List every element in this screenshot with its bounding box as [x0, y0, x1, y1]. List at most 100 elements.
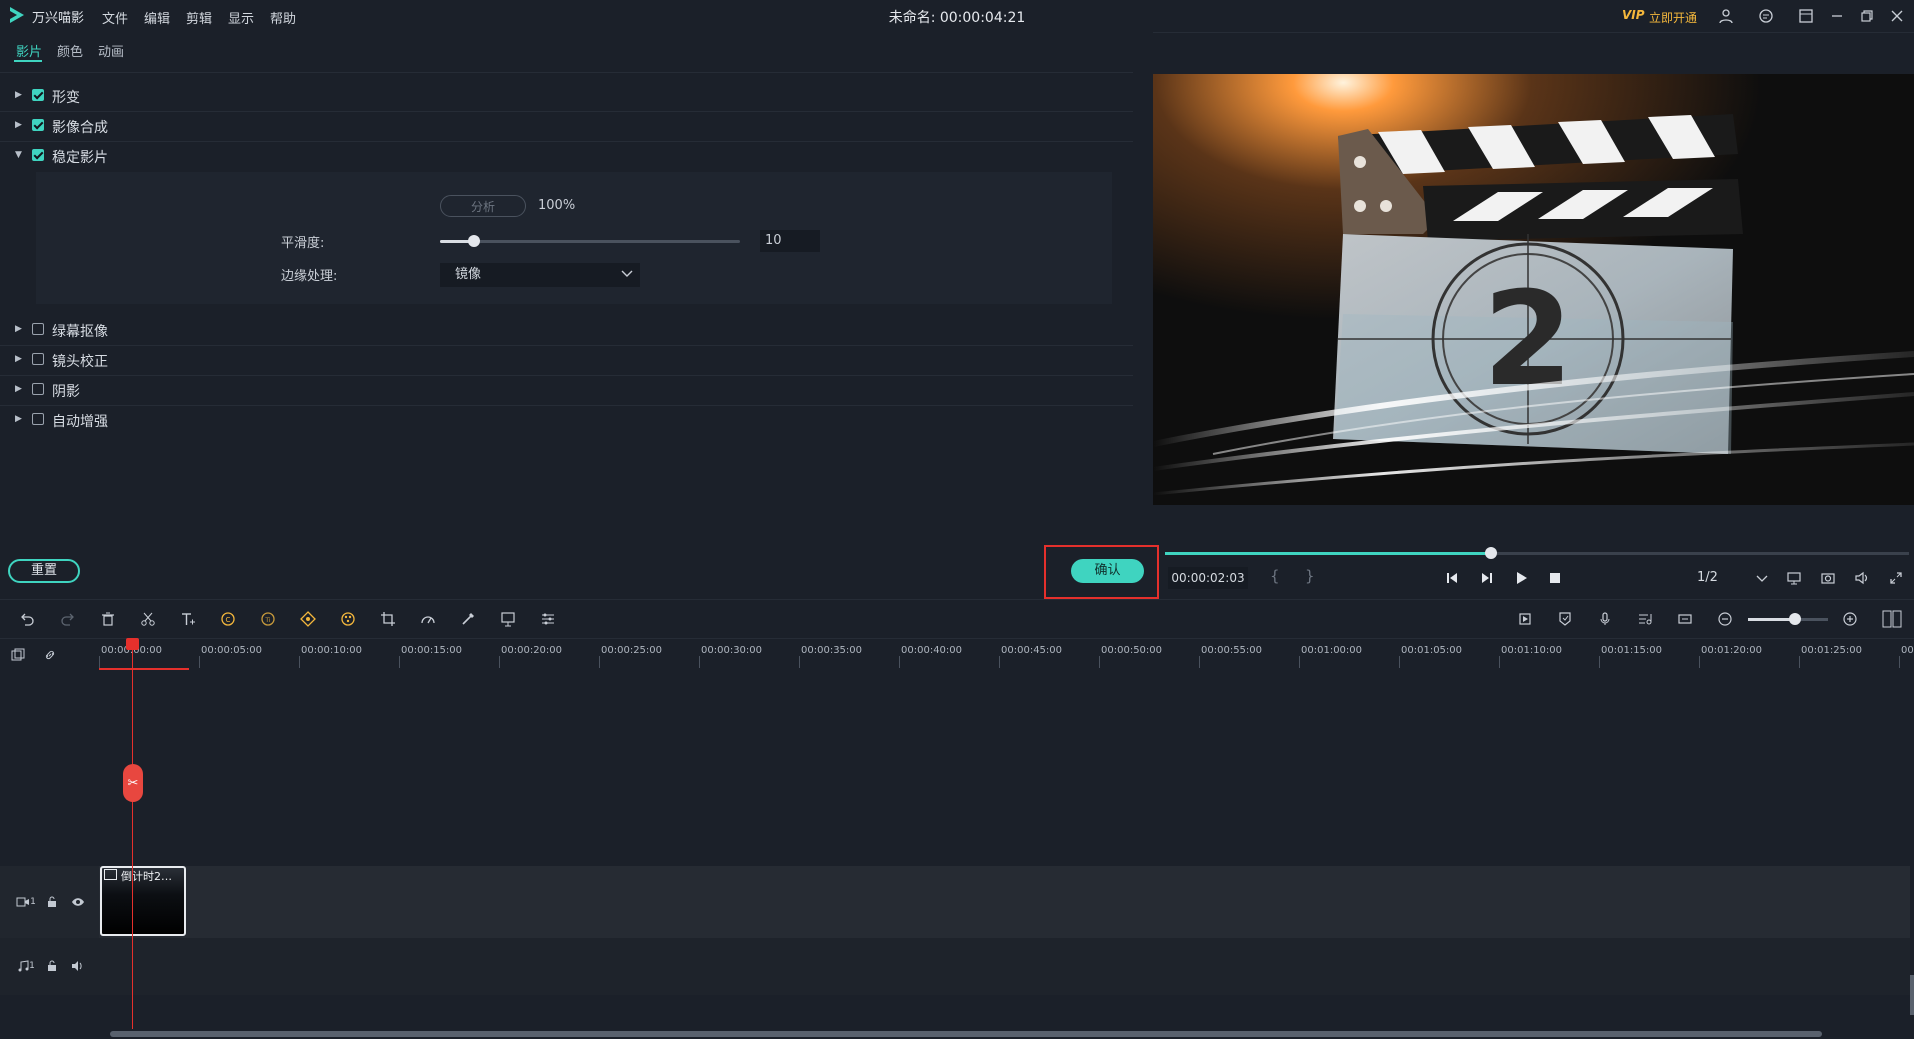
- chevron-down-icon[interactable]: [620, 266, 634, 280]
- smoothness-slider-track[interactable]: [440, 240, 740, 243]
- save-icon[interactable]: [1795, 5, 1817, 27]
- tab-color[interactable]: 颜色: [57, 41, 83, 60]
- delete-icon[interactable]: [96, 607, 120, 631]
- audio-mixer-icon[interactable]: [1633, 607, 1657, 631]
- panel-layout-icon[interactable]: [1880, 607, 1904, 631]
- speed-icon[interactable]: [416, 607, 440, 631]
- section-auto-enhance[interactable]: ▶ 自动增强: [0, 405, 1133, 435]
- green-screen-icon[interactable]: [496, 607, 520, 631]
- mark-in-button[interactable]: {: [1270, 567, 1280, 585]
- smoothness-slider-handle[interactable]: [468, 235, 480, 247]
- video-track-1[interactable]: [0, 866, 1910, 938]
- section-lens-correction[interactable]: ▶ 镜头校正: [0, 345, 1133, 376]
- section-compositing[interactable]: ▶ 影像合成: [0, 111, 1133, 142]
- timeline-horizontal-scrollbar[interactable]: [110, 1031, 1822, 1037]
- expand-arrow-icon[interactable]: ▶: [15, 354, 22, 364]
- section-checkbox[interactable]: [32, 89, 44, 101]
- ruler-tick: [999, 656, 1000, 668]
- text-icon[interactable]: [176, 607, 200, 631]
- playback-quality-select[interactable]: 1/2: [1697, 570, 1718, 585]
- undo-icon[interactable]: [15, 607, 39, 631]
- link-icon[interactable]: [42, 647, 58, 663]
- expand-arrow-icon[interactable]: ▶: [15, 414, 22, 424]
- collapse-arrow-icon[interactable]: ▼: [15, 150, 22, 160]
- display-icon[interactable]: [1782, 566, 1806, 590]
- section-checkbox[interactable]: [32, 323, 44, 335]
- playhead-handle[interactable]: [126, 638, 139, 650]
- user-icon[interactable]: [1715, 5, 1737, 27]
- section-checkbox[interactable]: [32, 383, 44, 395]
- crop-icon[interactable]: [376, 607, 400, 631]
- edge-handling-select[interactable]: 镜像: [440, 263, 640, 287]
- fullscreen-icon[interactable]: [1884, 566, 1908, 590]
- render-preview-icon[interactable]: [1513, 607, 1537, 631]
- ruler-tick: [1399, 656, 1400, 668]
- add-track-icon[interactable]: [10, 647, 26, 663]
- keyframe-icon[interactable]: [296, 607, 320, 631]
- expand-arrow-icon[interactable]: ▶: [15, 90, 22, 100]
- close-icon[interactable]: [1886, 5, 1908, 27]
- ruler-tick-label: 00:01:20:00: [1701, 645, 1763, 656]
- play-icon[interactable]: [1509, 566, 1533, 590]
- smoothness-value-input[interactable]: 10: [760, 230, 820, 252]
- lock-icon[interactable]: [44, 894, 60, 910]
- step-forward-icon[interactable]: [1475, 566, 1499, 590]
- marker-icon[interactable]: [1553, 607, 1577, 631]
- preview-progress-handle[interactable]: [1485, 547, 1497, 559]
- restore-icon[interactable]: [1856, 5, 1878, 27]
- time-effect-icon[interactable]: Ti: [256, 607, 280, 631]
- split-scissors-icon[interactable]: ✂: [123, 764, 143, 802]
- mark-out-button[interactable]: }: [1305, 567, 1315, 585]
- analyze-progress: 100%: [538, 198, 576, 213]
- cut-icon[interactable]: [136, 607, 160, 631]
- vip-activate-link[interactable]: 立即开通: [1649, 9, 1697, 26]
- fit-timeline-icon[interactable]: [1673, 607, 1697, 631]
- section-green-screen[interactable]: ▶ 绿幕抠像: [0, 315, 1133, 346]
- ruler-played-range: [99, 668, 189, 670]
- vip-badge[interactable]: VIP: [1622, 8, 1645, 22]
- section-shadow[interactable]: ▶ 阴影: [0, 375, 1133, 406]
- divider: [0, 72, 1133, 73]
- lock-icon[interactable]: [44, 958, 60, 974]
- section-transform[interactable]: ▶ 形变: [0, 81, 1133, 112]
- section-label: 自动增强: [52, 414, 108, 430]
- section-checkbox[interactable]: [32, 119, 44, 131]
- expand-arrow-icon[interactable]: ▶: [15, 324, 22, 334]
- speed-ramp-icon[interactable]: C: [216, 607, 240, 631]
- microphone-icon[interactable]: [1593, 607, 1617, 631]
- audio-track-1[interactable]: [0, 938, 1910, 995]
- color-pen-icon[interactable]: [456, 607, 480, 631]
- zoom-slider-handle[interactable]: [1789, 613, 1801, 625]
- adjust-icon[interactable]: [536, 607, 560, 631]
- tab-animation[interactable]: 动画: [98, 41, 124, 60]
- volume-icon[interactable]: [1850, 566, 1874, 590]
- timeline-vertical-scrollbar[interactable]: [1910, 975, 1914, 1015]
- speaker-icon[interactable]: [70, 958, 86, 974]
- message-icon[interactable]: [1755, 5, 1777, 27]
- expand-arrow-icon[interactable]: ▶: [15, 120, 22, 130]
- snapshot-icon[interactable]: [1816, 566, 1840, 590]
- expand-arrow-icon[interactable]: ▶: [15, 384, 22, 394]
- section-checkbox[interactable]: [32, 413, 44, 425]
- ruler-tick-label: 00:00:20:00: [501, 645, 563, 656]
- minimize-icon[interactable]: [1826, 5, 1848, 27]
- preview-progress-fill: [1165, 552, 1490, 555]
- reset-button[interactable]: 重置: [8, 559, 80, 583]
- zoom-out-icon[interactable]: [1713, 607, 1737, 631]
- section-label: 影像合成: [52, 120, 108, 136]
- eye-icon[interactable]: [70, 894, 86, 910]
- section-stabilize[interactable]: ▼ 稳定影片: [0, 141, 1133, 171]
- stop-icon[interactable]: [1543, 566, 1567, 590]
- color-match-icon[interactable]: [336, 607, 360, 631]
- confirm-button[interactable]: 确认: [1071, 559, 1144, 583]
- section-checkbox[interactable]: [32, 353, 44, 365]
- analyze-button[interactable]: 分析: [440, 195, 526, 217]
- zoom-in-icon[interactable]: [1838, 607, 1862, 631]
- video-preview[interactable]: 2: [1153, 74, 1914, 505]
- playhead-line[interactable]: [132, 644, 133, 1029]
- chevron-down-icon[interactable]: [1750, 566, 1774, 590]
- section-checkbox[interactable]: [32, 149, 44, 161]
- redo-icon[interactable]: [56, 607, 80, 631]
- step-back-icon[interactable]: [1440, 566, 1464, 590]
- tab-film[interactable]: 影片: [16, 41, 42, 60]
